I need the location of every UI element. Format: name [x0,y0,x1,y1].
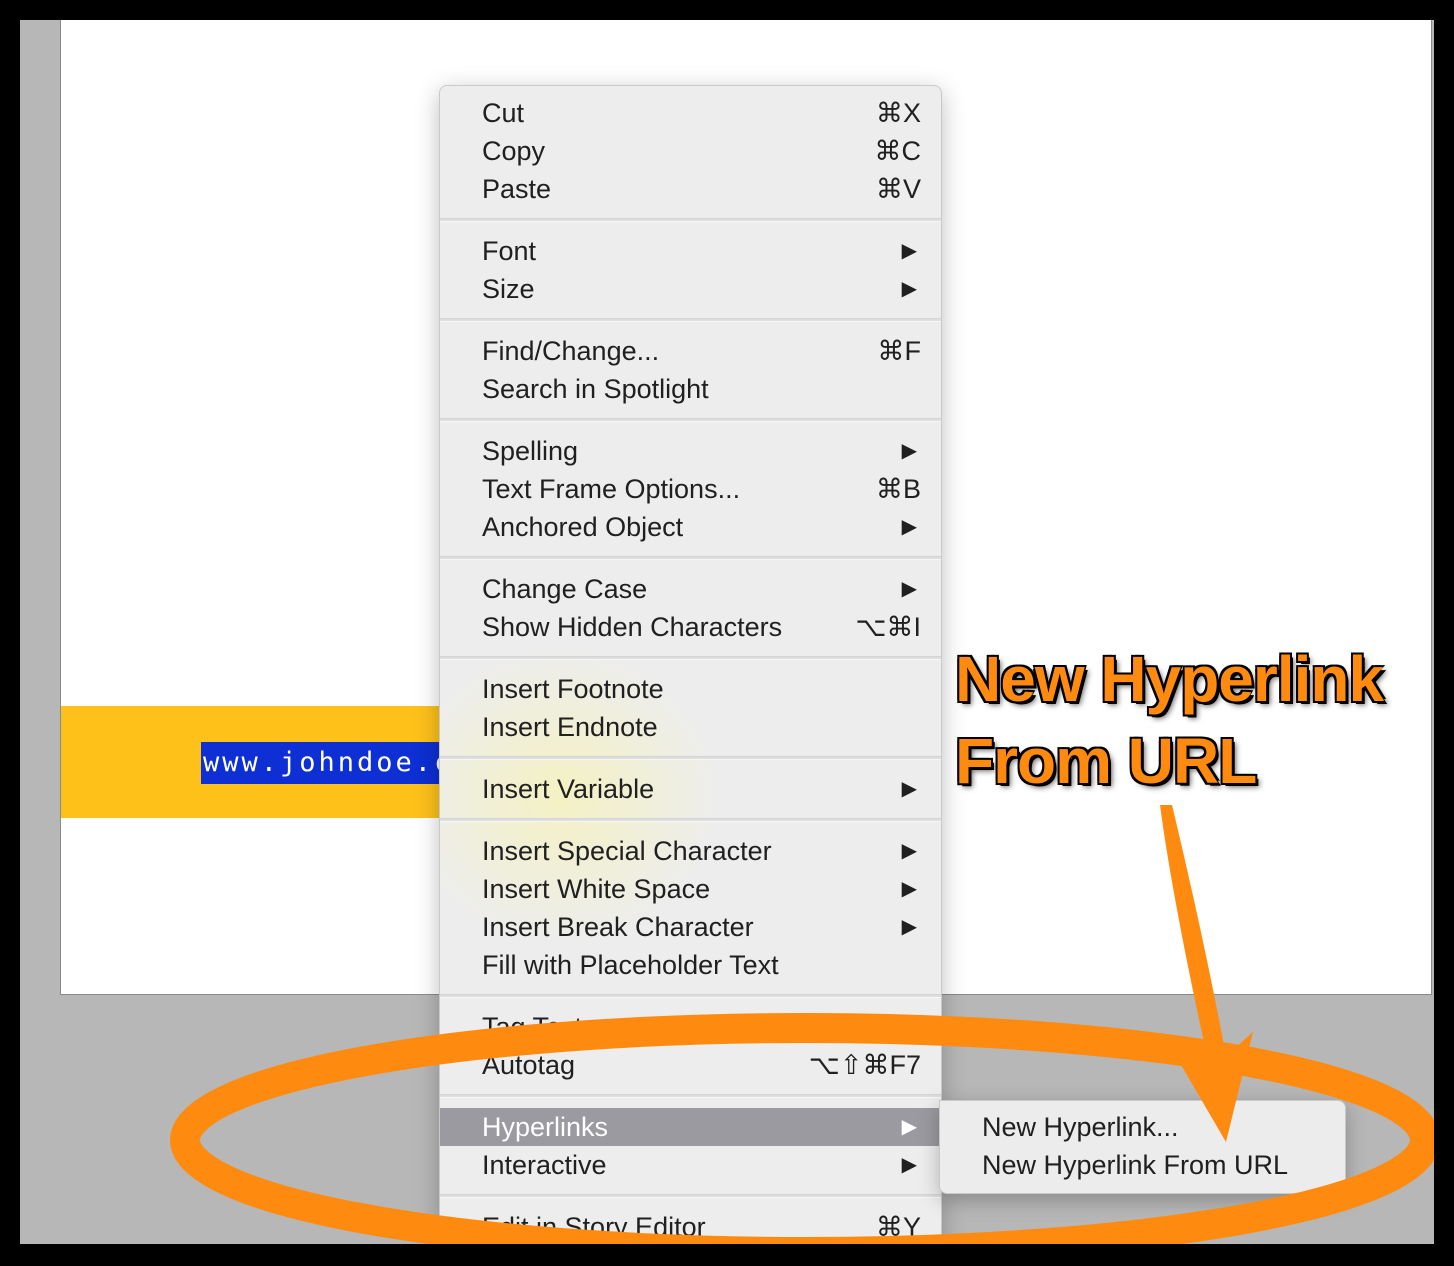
menu-item-text-frame-options[interactable]: Text Frame Options... ⌘B [440,470,941,508]
menu-item-label: Insert Footnote [482,674,664,704]
menu-item-shortcut: ⌘F [877,336,922,366]
menu-item-label: Size [482,274,535,304]
menu-item-insert-footnote[interactable]: Insert Footnote [440,670,941,708]
menu-item-paste[interactable]: Paste ⌘V [440,170,941,208]
menu-item-label: Search in Spotlight [482,374,709,404]
menu-separator [440,656,941,660]
submenu-arrow-icon: ▶ [901,916,917,938]
menu-item-label: New Hyperlink From URL [982,1150,1289,1180]
menu-item-size[interactable]: Size ▶ [440,270,941,308]
annotation-line-1: New Hyperlink [955,643,1384,715]
menu-item-new-hyperlink[interactable]: New Hyperlink... [940,1108,1345,1146]
menu-item-shortcut: ⌥⇧⌘F7 [808,1050,921,1080]
menu-item-shortcut: ⌥⌘I [855,612,921,642]
menu-item-label: Edit in Story Editor [482,1212,706,1242]
hyperlinks-submenu: New Hyperlink... New Hyperlink From URL [939,1100,1346,1194]
menu-item-label: Font [482,236,537,266]
menu-item-label: Spelling [482,436,579,466]
menu-separator [440,1094,941,1098]
menu-item-label: Insert Break Character [482,912,754,942]
menu-item-insert-variable[interactable]: Insert Variable ▶ [440,770,941,808]
menu-item-label: Insert Special Character [482,836,772,866]
submenu-arrow-icon: ▶ [901,578,917,600]
annotation-title: New Hyperlink From URL [955,638,1425,802]
menu-item-spelling[interactable]: Spelling ▶ [440,432,941,470]
menu-item-shortcut: ⌘C [874,136,922,166]
menu-item-shortcut: ⌘B [875,474,921,504]
submenu-arrow-icon: ▶ [901,840,917,862]
context-menu: Cut ⌘X Copy ⌘C Paste ⌘V Font ▶ Size ▶ Find/Change.… [439,85,942,1244]
menu-separator [440,318,941,322]
menu-item-label: Autotag [482,1050,576,1080]
menu-item-label: Fill with Placeholder Text [482,950,779,980]
menu-item-label: Tag Text [482,1012,583,1042]
selected-url-text[interactable]: www.johndoe.c [201,742,443,784]
menu-item-shortcut: ⌘V [875,174,921,204]
menu-separator [440,994,941,998]
menu-separator [440,556,941,560]
submenu-arrow-icon: ▶ [901,778,917,800]
submenu-arrow-icon: ▶ [901,278,917,300]
menu-item-label: Show Hidden Characters [482,612,783,642]
submenu-arrow-icon: ▶ [901,1154,917,1176]
menu-separator [440,818,941,822]
submenu-arrow-icon: ▶ [901,240,917,262]
annotation-line-2: From URL [955,725,1257,797]
menu-item-shortcut: ⌘Y [875,1212,921,1242]
menu-item-autotag[interactable]: Autotag ⌥⇧⌘F7 [440,1046,941,1084]
menu-item-label: New Hyperlink... [982,1112,1179,1142]
menu-item-label: Text Frame Options... [482,474,741,504]
menu-item-label: Insert Endnote [482,712,658,742]
menu-item-hyperlinks[interactable]: Hyperlinks ▶ [440,1108,941,1146]
submenu-arrow-icon: ▶ [901,516,917,538]
menu-item-insert-break-character[interactable]: Insert Break Character ▶ [440,908,941,946]
menu-item-label: Find/Change... [482,336,660,366]
menu-item-interactive[interactable]: Interactive ▶ [440,1146,941,1184]
menu-item-label: Cut [482,98,525,128]
menu-item-label: Insert Variable [482,774,655,804]
menu-item-show-hidden-characters[interactable]: Show Hidden Characters ⌥⌘I [440,608,941,646]
menu-item-insert-special-character[interactable]: Insert Special Character ▶ [440,832,941,870]
menu-item-shortcut: ⌘X [875,98,921,128]
menu-item-insert-endnote[interactable]: Insert Endnote [440,708,941,746]
submenu-arrow-icon: ▶ [901,878,917,900]
menu-item-label: Copy [482,136,546,166]
menu-item-find-change[interactable]: Find/Change... ⌘F [440,332,941,370]
menu-item-cut[interactable]: Cut ⌘X [440,94,941,132]
menu-item-label: Insert White Space [482,874,711,904]
submenu-arrow-icon: ▶ [901,1116,917,1138]
menu-separator [440,218,941,222]
submenu-arrow-icon: ▶ [901,440,917,462]
menu-separator [440,756,941,760]
menu-item-tag-text[interactable]: Tag Text ▶ [440,1008,941,1046]
menu-separator [440,418,941,422]
menu-item-edit-in-story-editor[interactable]: Edit in Story Editor ⌘Y [440,1208,941,1244]
menu-item-copy[interactable]: Copy ⌘C [440,132,941,170]
menu-item-font[interactable]: Font ▶ [440,232,941,270]
menu-item-new-hyperlink-from-url[interactable]: New Hyperlink From URL [940,1146,1345,1184]
menu-item-label: Hyperlinks [482,1112,609,1142]
menu-item-search-in-spotlight[interactable]: Search in Spotlight [440,370,941,408]
menu-item-change-case[interactable]: Change Case ▶ [440,570,941,608]
menu-item-anchored-object[interactable]: Anchored Object ▶ [440,508,941,546]
submenu-arrow-icon: ▶ [901,1016,917,1038]
menu-item-insert-white-space[interactable]: Insert White Space ▶ [440,870,941,908]
menu-item-label: Anchored Object [482,512,684,542]
menu-item-label: Change Case [482,574,648,604]
menu-item-label: Interactive [482,1150,607,1180]
menu-separator [440,1194,941,1198]
menu-item-fill-with-placeholder-text[interactable]: Fill with Placeholder Text [440,946,941,984]
workspace-canvas: www.johndoe.c Cut ⌘X Copy ⌘C Paste ⌘V Font ▶ Siz… [20,20,1434,1244]
menu-item-label: Paste [482,174,552,204]
